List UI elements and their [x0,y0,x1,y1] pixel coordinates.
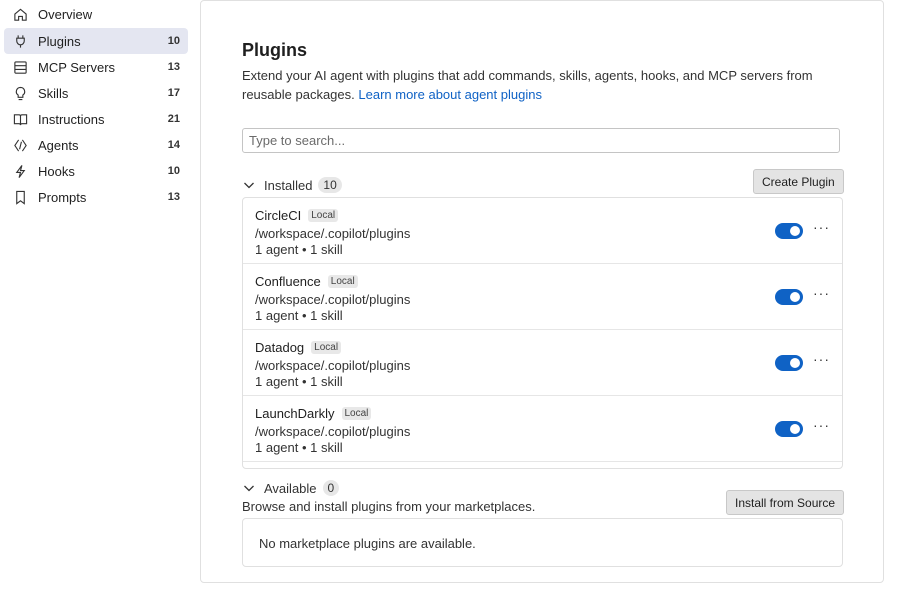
page-title: Plugins [242,40,308,60]
plug-icon [12,33,28,49]
plugin-meta: 1 agent • 1 skill [255,308,343,323]
sidebar-item-label: Instructions [38,111,105,127]
sidebar-item-prompts[interactable]: Prompts 13 [4,184,188,210]
available-count: 0 [322,480,340,496]
sidebar-item-label: MCP Servers [38,59,116,75]
sidebar-item-label: Agents [38,137,79,153]
plugin-meta: 1 agent • 1 skill [255,242,343,257]
installed-count: 10 [318,177,342,193]
plugin-name: Confluence Local [255,274,358,289]
plugin-path: /workspace/.copilot/plugins [255,292,411,307]
chevron-down-icon [242,481,256,495]
plugin-name: Datadog Local [255,340,342,355]
sidebar-item-skills[interactable]: Skills 17 [4,80,188,106]
local-badge: Local [311,341,342,354]
more-actions-icon[interactable]: ··· [813,285,830,301]
sidebar-item-label: Skills [38,85,69,101]
sidebar: Overview Plugins 10 MCP Servers 13 Skill… [0,0,196,600]
sidebar-item-agents[interactable]: Agents 14 [4,132,188,158]
toggle-knob [790,226,800,236]
empty-state-text: No marketplace plugins are available. [259,536,476,551]
marketplace-empty-state: No marketplace plugins are available. [242,518,843,567]
sidebar-item-count: 13 [167,61,180,73]
local-badge: Local [308,209,339,222]
sidebar-item-count: 14 [167,139,180,151]
plugin-enable-toggle[interactable] [775,421,803,437]
plugin-row[interactable]: Datadog Local /workspace/.copilot/plugin… [243,330,842,396]
plugin-row[interactable]: CircleCI Local /workspace/.copilot/plugi… [243,198,842,264]
book-icon [12,111,28,127]
available-description: Browse and install plugins from your mar… [242,499,536,514]
plugin-name-text: Datadog [255,340,305,355]
home-icon [12,6,28,22]
plugin-enable-toggle[interactable] [775,355,803,371]
learn-more-link[interactable]: Learn more about agent plugins [358,87,542,102]
bookmark-icon [12,189,28,205]
create-plugin-button[interactable]: Create Plugin [753,169,844,194]
sidebar-item-overview[interactable]: Overview [4,1,188,27]
available-label: Available [264,480,317,496]
plugin-name: CircleCI Local [255,208,339,223]
toggle-knob [790,292,800,302]
plugin-path: /workspace/.copilot/plugins [255,226,411,241]
sidebar-item-label: Overview [38,6,93,22]
sidebar-item-count: 10 [167,35,180,47]
sidebar-item-label: Plugins [38,33,81,49]
plugin-name-text: Confluence [255,274,321,289]
plugin-enable-toggle[interactable] [775,223,803,239]
plugin-name-text: CircleCI [255,208,302,223]
server-icon [12,59,28,75]
installed-section-toggle[interactable]: Installed 10 [242,177,342,193]
plugin-path: /workspace/.copilot/plugins [255,424,411,439]
chevron-down-icon [242,178,256,192]
sidebar-item-count: 10 [167,165,180,177]
plugins-panel: Plugins Extend your AI agent with plugin… [200,0,884,583]
sidebar-item-count: 17 [167,87,180,99]
install-from-source-button[interactable]: Install from Source [726,490,845,515]
local-badge: Local [341,407,372,420]
toggle-knob [790,358,800,368]
plugin-path: /workspace/.copilot/plugins [255,358,411,373]
page-description: Extend your AI agent with plugins that a… [242,66,832,104]
lightbulb-icon [12,85,28,101]
installed-plugin-list: CircleCI Local /workspace/.copilot/plugi… [242,197,843,469]
plugin-meta: 1 agent • 1 skill [255,440,343,455]
more-actions-icon[interactable]: ··· [813,219,830,235]
more-actions-icon[interactable]: ··· [813,417,830,433]
sidebar-item-mcp-servers[interactable]: MCP Servers 13 [4,54,188,80]
plugin-row[interactable]: Confluence Local /workspace/.copilot/plu… [243,264,842,330]
sidebar-item-count: 13 [167,191,180,203]
local-badge: Local [327,275,358,288]
lightning-icon [12,163,28,179]
plugin-name: LaunchDarkly Local [255,406,372,421]
agent-icon [12,137,28,153]
installed-label: Installed [264,177,313,193]
plugin-name-text: LaunchDarkly [255,406,335,421]
plugin-enable-toggle[interactable] [775,289,803,305]
more-actions-icon[interactable]: ··· [813,351,830,367]
plugin-meta: 1 agent • 1 skill [255,374,343,389]
sidebar-item-plugins[interactable]: Plugins 10 [4,28,188,54]
sidebar-item-label: Prompts [38,189,87,205]
sidebar-item-hooks[interactable]: Hooks 10 [4,158,188,184]
search-input[interactable] [242,128,840,153]
sidebar-item-instructions[interactable]: Instructions 21 [4,106,188,132]
available-section-toggle[interactable]: Available 0 [242,480,340,496]
sidebar-item-label: Hooks [38,163,75,179]
sidebar-item-count: 21 [167,113,180,125]
toggle-knob [790,424,800,434]
plugin-row[interactable]: LaunchDarkly Local /workspace/.copilot/p… [243,396,842,462]
